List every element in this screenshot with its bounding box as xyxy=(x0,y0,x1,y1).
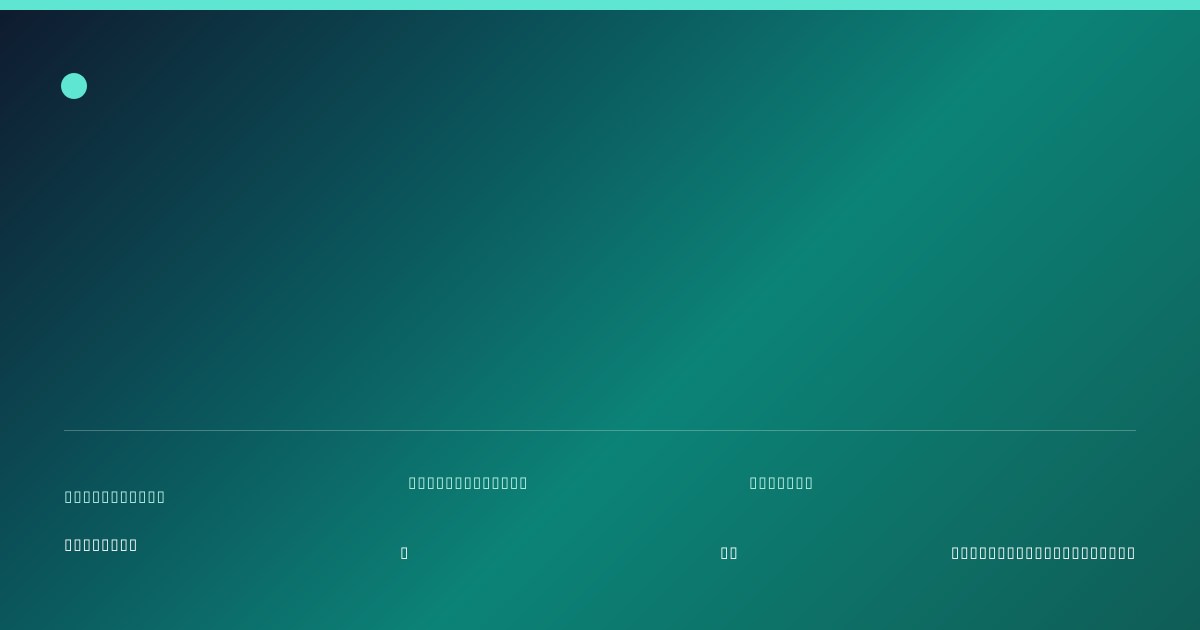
footer-column-2-value: ▯▯ xyxy=(720,543,739,561)
footer-right-text: ▯▯▯▯▯▯▯▯▯▯▯▯▯▯▯▯▯▯▯▯ xyxy=(950,543,1136,561)
footer-column-1-value: ▯ xyxy=(400,543,410,561)
logo-dot-icon xyxy=(61,73,87,99)
footer-column-1-label: ▯▯▯▯▯▯▯▯▯▯▯▯▯ xyxy=(408,473,529,491)
footer-column-2-label: ▯▯▯▯▯▯▯ xyxy=(749,473,814,491)
footer-brand-tagline: ▯▯▯▯▯▯▯▯ xyxy=(64,535,139,553)
footer-brand-name: ▯▯▯▯▯▯▯▯▯▯▯ xyxy=(64,487,166,505)
footer-divider xyxy=(64,430,1136,431)
top-accent-bar xyxy=(0,0,1200,10)
